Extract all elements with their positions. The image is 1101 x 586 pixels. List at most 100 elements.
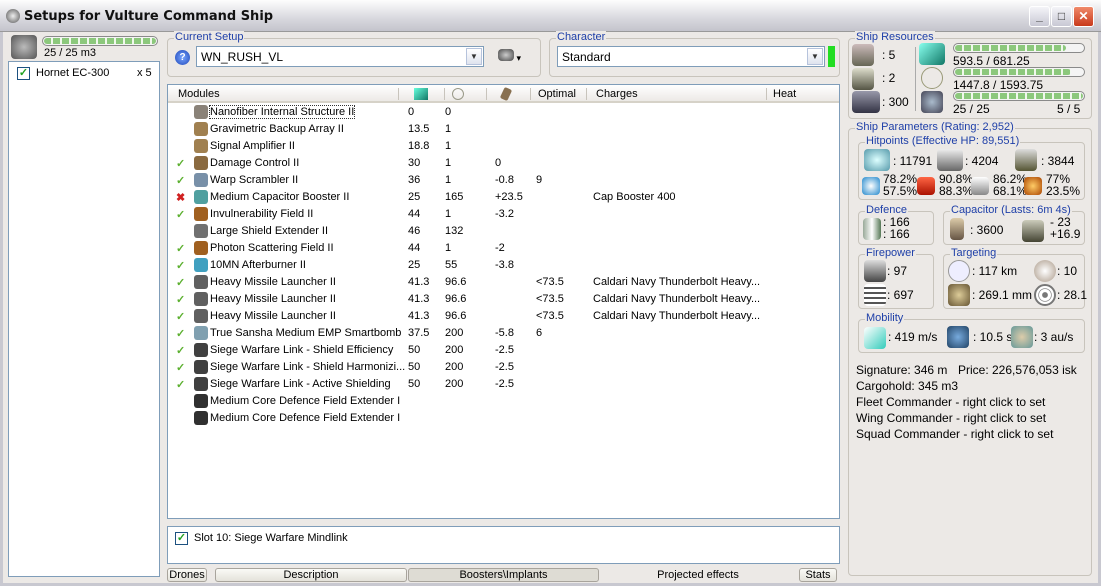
capacitor-icon[interactable] [499, 86, 513, 102]
module-row[interactable]: ✓ Heavy Missile Launcher II 41.3 96.6 <73.5 C… [168, 274, 839, 291]
module-row[interactable]: ✓ Invulnerability Field II 44 1 -3.2 [168, 206, 839, 223]
cpu-value: 593.5 / 681.25 [953, 54, 1030, 68]
module-row[interactable]: Large Shield Extender II 46 132 [168, 223, 839, 240]
implant-checkbox[interactable]: ✓ [175, 532, 188, 545]
character-status-indicator [828, 46, 835, 67]
module-row[interactable]: Medium Core Defence Field Extender I [168, 393, 839, 410]
close-button[interactable]: ✕ [1073, 6, 1094, 27]
wing-commander[interactable]: Wing Commander - right click to set [856, 411, 1046, 425]
minimize-button[interactable]: _ [1029, 6, 1050, 27]
module-row[interactable]: ✓ Heavy Missile Launcher II 41.3 96.6 <73.5 C… [168, 291, 839, 308]
module-name: Heavy Missile Launcher II [210, 276, 336, 288]
module-capacitor: 0 [495, 157, 502, 169]
align-time-icon [947, 326, 969, 348]
module-row[interactable]: Nanofiber Internal Structure II 0 0 [168, 104, 839, 121]
setup-select[interactable]: WN_RUSH_VL ▼ [196, 46, 484, 67]
col-heat[interactable]: Heat [773, 88, 796, 100]
module-powergrid: 55 [445, 259, 458, 271]
module-powergrid: 96.6 [445, 276, 467, 288]
module-charges: Cap Booster 400 [593, 191, 676, 203]
module-cpu: 30 [408, 157, 421, 169]
module-row[interactable]: Signal Amplifier II 18.8 1 [168, 138, 839, 155]
module-icon [194, 326, 208, 340]
module-cpu: 36 [408, 174, 421, 186]
module-cpu: 41.3 [408, 293, 430, 305]
module-name: Siege Warfare Link - Shield Harmonizi... [210, 361, 406, 373]
drone-bandwidth-value: 25 / 25 [953, 102, 990, 116]
module-cpu: 50 [408, 361, 421, 373]
tab-description[interactable]: Description [215, 568, 407, 582]
module-row[interactable]: ✖ Medium Capacitor Booster II 25 165 +23.5 Ca… [168, 189, 839, 206]
cpu-icon[interactable] [414, 88, 428, 100]
tab-stats[interactable]: Stats [799, 568, 837, 582]
dps-icon [864, 260, 886, 282]
col-charges[interactable]: Charges [596, 88, 638, 100]
module-row[interactable]: ✓ Photon Scattering Field II 44 1 -2 [168, 240, 839, 257]
module-powergrid: 1 [445, 174, 452, 186]
module-row[interactable]: ✓ Heavy Missile Launcher II 41.3 96.6 <73.5 C… [168, 308, 839, 325]
module-powergrid: 0 [445, 106, 452, 118]
capacitor-capacity: : 3600 [970, 223, 1004, 237]
module-cpu: 18.8 [408, 140, 430, 152]
current-setup-group: Current Setup ? WN_RUSH_VL ▼ ▾ [167, 31, 541, 77]
hitpoints-group: Hitpoints (Effective HP: 89,551) : 11791… [858, 135, 1085, 200]
module-row[interactable]: ✓ 10MN Afterburner II 25 55 -3.8 [168, 257, 839, 274]
module-row[interactable]: ✓ Warp Scrambler II 36 1 -0.8 9 [168, 172, 839, 189]
current-setup-label: Current Setup [174, 31, 245, 43]
drone-name[interactable]: Hornet EC-300 [36, 67, 109, 79]
module-charges: Caldari Navy Thunderbolt Heavy... [593, 293, 761, 305]
velocity-icon [864, 327, 886, 349]
tab-projected-effects[interactable]: Projected effects [600, 568, 796, 582]
module-cpu: 37.5 [408, 327, 430, 339]
character-select[interactable]: Standard ▼ [557, 46, 825, 67]
squad-commander[interactable]: Squad Commander - right click to set [856, 427, 1053, 441]
powergrid-icon[interactable] [452, 88, 464, 100]
module-powergrid: 200 [445, 344, 464, 356]
cargohold: Cargohold: 345 m3 [856, 379, 959, 393]
calibration-value: : 300 [882, 95, 909, 109]
fleet-commander[interactable]: Fleet Commander - right click to set [856, 395, 1045, 409]
module-row[interactable]: ✓ Siege Warfare Link - Shield Efficiency 5… [168, 342, 839, 359]
module-row[interactable]: ✓ Damage Control II 30 1 0 [168, 155, 839, 172]
module-name: Siege Warfare Link - Active Shielding [210, 378, 391, 390]
module-name: Damage Control II [210, 157, 300, 169]
tab-boosters-implants[interactable]: Boosters\Implants [408, 568, 599, 582]
module-row[interactable]: ✓ Siege Warfare Link - Shield Harmonizi..… [168, 359, 839, 376]
max-targets: : 10 [1057, 264, 1078, 278]
module-icon [194, 377, 208, 391]
active-check-icon: ✓ [176, 260, 186, 272]
character-value: Standard [562, 50, 611, 64]
kinetic-resist-icon [971, 177, 989, 195]
chevron-down-icon[interactable]: ▼ [807, 48, 823, 65]
active-check-icon: ✓ [176, 277, 186, 289]
col-modules[interactable]: Modules [178, 88, 220, 100]
module-icon [194, 241, 208, 255]
hitpoints-label: Hitpoints (Effective HP: 89,551) [865, 135, 1021, 147]
module-icon [194, 173, 208, 187]
col-optimal[interactable]: Optimal [538, 88, 576, 100]
module-icon [194, 343, 208, 357]
chevron-down-icon[interactable]: ▼ [466, 48, 482, 65]
turret-slots: : 5 [882, 48, 896, 62]
drone-bandwidth-icon [921, 91, 943, 113]
calibration-icon [852, 91, 880, 113]
module-name: Gravimetric Backup Array II [210, 123, 344, 135]
active-check-icon: ✓ [176, 362, 186, 374]
powergrid-bar [953, 67, 1085, 77]
module-cpu: 0 [408, 106, 415, 118]
drone-bandwidth-bar [953, 91, 1085, 101]
module-row[interactable]: ✓ Siege Warfare Link - Active Shielding 50… [168, 376, 839, 393]
module-optimal: 6 [536, 327, 543, 339]
kinetic-armor-resist: 68.1% [993, 184, 1028, 198]
module-capacitor: +23.5 [495, 191, 523, 203]
help-icon[interactable]: ? [175, 50, 190, 65]
maximize-button[interactable]: □ [1051, 6, 1072, 27]
drone-menu-button[interactable]: ▾ [498, 49, 528, 65]
tab-drones[interactable]: Drones [167, 568, 207, 582]
module-row[interactable]: Medium Core Defence Field Extender I [168, 410, 839, 427]
implant-item[interactable]: Slot 10: Siege Warfare Mindlink [194, 532, 348, 544]
module-row[interactable]: ✓ True Sansha Medium EMP Smartbomb 37.5 200… [168, 325, 839, 342]
module-row[interactable]: Gravimetric Backup Array II 13.5 1 [168, 121, 839, 138]
drone-checkbox[interactable]: ✓ [17, 67, 30, 80]
signature-radius: Signature: 346 m [856, 363, 948, 377]
